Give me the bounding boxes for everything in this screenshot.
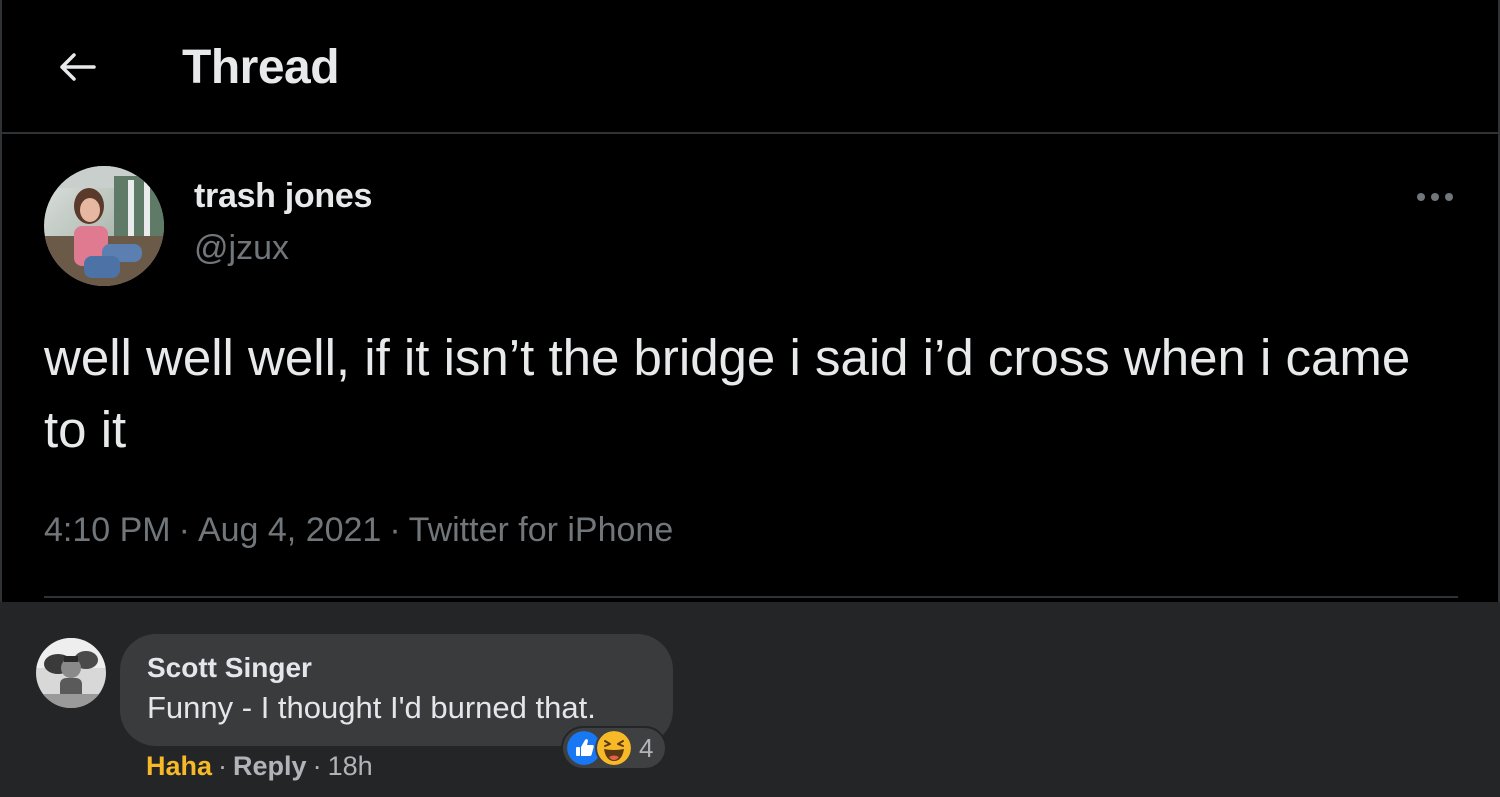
page-title: Thread [182, 41, 340, 94]
user-avatar[interactable] [44, 166, 164, 286]
tweet-time[interactable]: 4:10 PM [44, 511, 171, 549]
haha-reaction-button[interactable]: Haha [146, 751, 212, 781]
comment-timestamp[interactable]: 18h [328, 751, 373, 781]
user-handle[interactable]: @jzux [194, 226, 289, 270]
tweet-source[interactable]: Twitter for iPhone [409, 511, 674, 549]
meta-separator: · [389, 511, 401, 549]
display-name[interactable]: trash jones [194, 174, 372, 218]
reply-button[interactable]: Reply [233, 751, 307, 781]
tweet-metadata: 4:10 PM · Aug 4, 2021 · Twitter for iPhone [44, 506, 673, 554]
meta-separator: · [178, 511, 190, 549]
like-icon [567, 731, 601, 765]
more-options-button[interactable] [1412, 180, 1458, 214]
reaction-count: 4 [639, 733, 654, 763]
thread-header: Thread [2, 0, 1498, 134]
comment-text: Funny - I thought I'd burned that. [147, 690, 596, 725]
haha-icon [597, 731, 631, 765]
action-separator: · [312, 751, 322, 781]
back-button[interactable] [48, 40, 106, 94]
action-separator: · [218, 751, 228, 781]
tweet-thread: Thread trash jones @jzux well well well,… [0, 0, 1500, 603]
divider [44, 596, 1458, 598]
reactions-summary[interactable]: 4 [563, 728, 666, 768]
arrow-left-icon [60, 53, 96, 81]
comment-actions: Haha · Reply · 18h [146, 748, 373, 784]
tweet-text: well well well, if it isn’t the bridge i… [44, 329, 1411, 458]
facebook-comment: Scott Singer Funny - I thought I'd burne… [0, 602, 1500, 797]
commenter-name[interactable]: Scott Singer [147, 650, 312, 686]
more-horizontal-icon [1417, 193, 1453, 201]
tweet-date[interactable]: Aug 4, 2021 [198, 511, 381, 549]
screenshot-root: Thread trash jones @jzux well well well,… [0, 0, 1500, 797]
commenter-avatar[interactable] [36, 638, 106, 708]
